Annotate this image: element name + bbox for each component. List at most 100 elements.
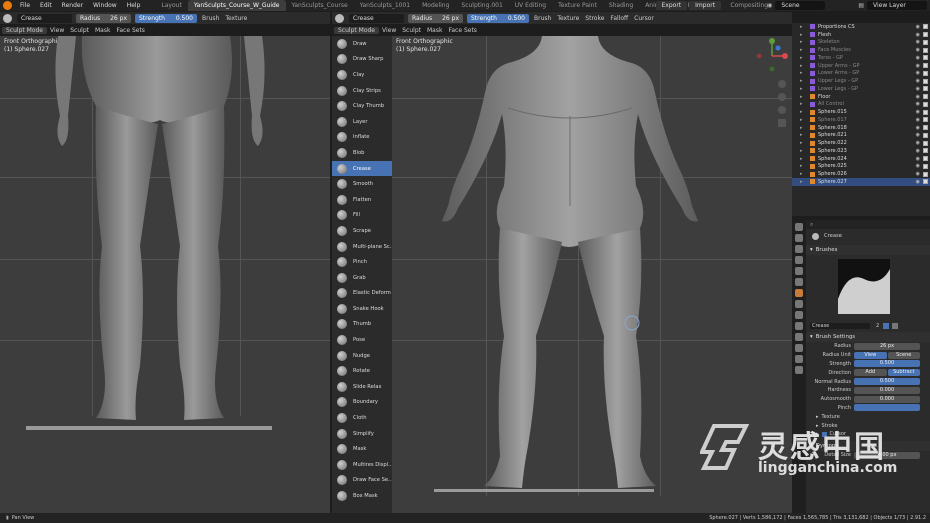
render-tab-icon[interactable]	[795, 234, 803, 242]
visibility-eye-icon[interactable]: ◉	[916, 32, 920, 38]
workspace-tab[interactable]: YanSculpts_Course_W_Guide	[187, 0, 286, 11]
brush-icon[interactable]	[335, 13, 344, 23]
strength-field[interactable]: Strength 0.500	[135, 13, 197, 23]
expand-arrow-icon[interactable]: ▸	[800, 171, 803, 177]
mask-menu[interactable]: Mask	[92, 27, 113, 34]
brush-tool-item[interactable]: Snake Hook	[332, 301, 392, 317]
brush-menu[interactable]: Brush	[531, 15, 554, 22]
outliner-row[interactable]: ▸ All Control ◉	[792, 101, 930, 109]
visibility-eye-icon[interactable]: ◉	[916, 94, 920, 100]
outliner-row[interactable]: ▸ Sphere.027 ◉	[792, 178, 930, 186]
visibility-eye-icon[interactable]: ◉	[916, 125, 920, 131]
menu-help[interactable]: Help	[122, 2, 146, 9]
view-layer-field[interactable]: View Layer	[867, 1, 927, 10]
brush-tool-item[interactable]: Smooth	[332, 176, 392, 192]
exclude-checkbox[interactable]	[923, 39, 928, 45]
exclude-checkbox[interactable]	[923, 55, 928, 61]
expand-arrow-icon[interactable]: ▸	[800, 179, 803, 185]
expand-arrow-icon[interactable]: ▸	[800, 94, 803, 100]
visibility-eye-icon[interactable]: ◉	[916, 163, 920, 169]
exclude-checkbox[interactable]	[923, 63, 928, 69]
brush-settings-section-header[interactable]: ▾ Brush Settings	[806, 332, 930, 342]
world-tab-icon[interactable]	[795, 278, 803, 286]
mask-menu[interactable]: Mask	[424, 27, 445, 34]
brush-setting-value[interactable]: 0.000	[854, 395, 920, 403]
face-sets-menu[interactable]: Face Sets	[113, 27, 147, 34]
brush-name-field[interactable]: Crease	[349, 13, 404, 23]
brush-tool-item[interactable]: Box Mask	[332, 488, 392, 504]
visibility-eye-icon[interactable]: ◉	[916, 86, 920, 92]
brush-tool-item[interactable]: Clay Strips	[332, 83, 392, 99]
workspace-tab[interactable]: Texture Paint	[552, 0, 603, 11]
brush-tool-item[interactable]: Thumb	[332, 317, 392, 333]
face-sets-menu[interactable]: Face Sets	[445, 27, 479, 34]
brush-tool-item[interactable]: Clay	[332, 67, 392, 83]
visibility-eye-icon[interactable]: ◉	[916, 24, 920, 30]
visibility-eye-icon[interactable]: ◉	[916, 140, 920, 146]
view-menu[interactable]: View	[47, 27, 67, 34]
brush-tool-item[interactable]: Grab	[332, 270, 392, 286]
workspace-tab[interactable]: Sculpting.001	[455, 0, 508, 11]
material-tab-icon[interactable]	[795, 355, 803, 363]
brush-setting-option[interactable]: Scene	[887, 351, 920, 359]
brush-tool-item[interactable]: Draw Face Se...	[332, 473, 392, 489]
texture-tab-icon[interactable]	[795, 366, 803, 374]
brush-tool-item[interactable]: Cloth	[332, 410, 392, 426]
exclude-checkbox[interactable]	[923, 125, 928, 131]
sculpt-menu[interactable]: Sculpt	[67, 27, 92, 34]
cursor-menu[interactable]: Cursor	[631, 15, 657, 22]
visibility-eye-icon[interactable]: ◉	[916, 55, 920, 61]
expand-arrow-icon[interactable]: ▸	[800, 86, 803, 92]
stroke-menu[interactable]: Stroke	[582, 15, 607, 22]
outliner-row[interactable]: ▸ Face Muscles ◉	[792, 46, 930, 54]
export-button[interactable]: Export	[655, 1, 688, 10]
expand-arrow-icon[interactable]: ▸	[800, 24, 803, 30]
tool-tab-icon[interactable]	[795, 223, 803, 231]
exclude-checkbox[interactable]	[923, 78, 928, 84]
brush-menu[interactable]: Brush	[199, 15, 222, 22]
brush-datablock-name[interactable]: Crease	[810, 322, 870, 329]
brush-tool-item[interactable]: Slide Relax	[332, 379, 392, 395]
brush-tool-item[interactable]: Simplify	[332, 426, 392, 442]
visibility-eye-icon[interactable]: ◉	[916, 156, 920, 162]
exclude-checkbox[interactable]	[923, 148, 928, 154]
exclude-checkbox[interactable]	[923, 163, 928, 169]
left-viewport[interactable]: Front Orthographic (1) Sphere.027	[0, 36, 330, 513]
expand-arrow-icon[interactable]: ▸	[800, 55, 803, 61]
fake-user-shield-icon[interactable]	[883, 322, 890, 329]
navigation-gizmo[interactable]	[752, 36, 792, 136]
expand-arrow-icon[interactable]: ▸	[800, 101, 803, 107]
brush-setting-option[interactable]: Subtract	[887, 369, 920, 377]
outliner-row[interactable]: ▸ Lower Arms - GP ◉	[792, 70, 930, 78]
brush-tool-item[interactable]: Crease	[332, 160, 392, 177]
texture-menu[interactable]: Texture	[554, 15, 582, 22]
brush-tool-item[interactable]: Scrape	[332, 223, 392, 239]
pan-hand-icon[interactable]	[778, 93, 786, 101]
radius-field[interactable]: Radius 26 px	[408, 13, 463, 23]
brush-tool-item[interactable]: Blob	[332, 145, 392, 161]
visibility-eye-icon[interactable]: ◉	[916, 171, 920, 177]
outliner-row[interactable]: ▸ Proportions CS ◉	[792, 23, 930, 31]
brush-tool-item[interactable]: Boundary	[332, 395, 392, 411]
exclude-checkbox[interactable]	[923, 156, 928, 162]
exclude-checkbox[interactable]	[923, 86, 928, 92]
scene-icon[interactable]: ◉	[767, 2, 772, 9]
brush-tool-item[interactable]: Nudge	[332, 348, 392, 364]
exclude-checkbox[interactable]	[923, 24, 928, 30]
exclude-checkbox[interactable]	[923, 132, 928, 138]
object-tab-icon[interactable]	[795, 289, 803, 297]
exclude-checkbox[interactable]	[923, 140, 928, 146]
workspace-tab[interactable]: Layout	[155, 0, 187, 11]
grid-view-icon[interactable]	[778, 119, 786, 127]
expand-arrow-icon[interactable]: ▸	[800, 140, 803, 146]
workspace-tab[interactable]: Modeling	[416, 0, 455, 11]
output-tab-icon[interactable]	[795, 245, 803, 253]
outliner-row[interactable]: ▸ Sphere.024 ◉	[792, 155, 930, 163]
outliner-row[interactable]: ▸ Sphere.017 ◉	[792, 116, 930, 124]
brush-setting-value[interactable]: 0.000	[854, 386, 920, 394]
brush-setting-value[interactable]: 26 px	[854, 342, 920, 350]
brush-setting-value[interactable]	[854, 404, 920, 412]
exclude-checkbox[interactable]	[923, 32, 928, 38]
view-layer-tab-icon[interactable]	[795, 256, 803, 264]
brush-tool-item[interactable]: Elastic Deform	[332, 286, 392, 302]
